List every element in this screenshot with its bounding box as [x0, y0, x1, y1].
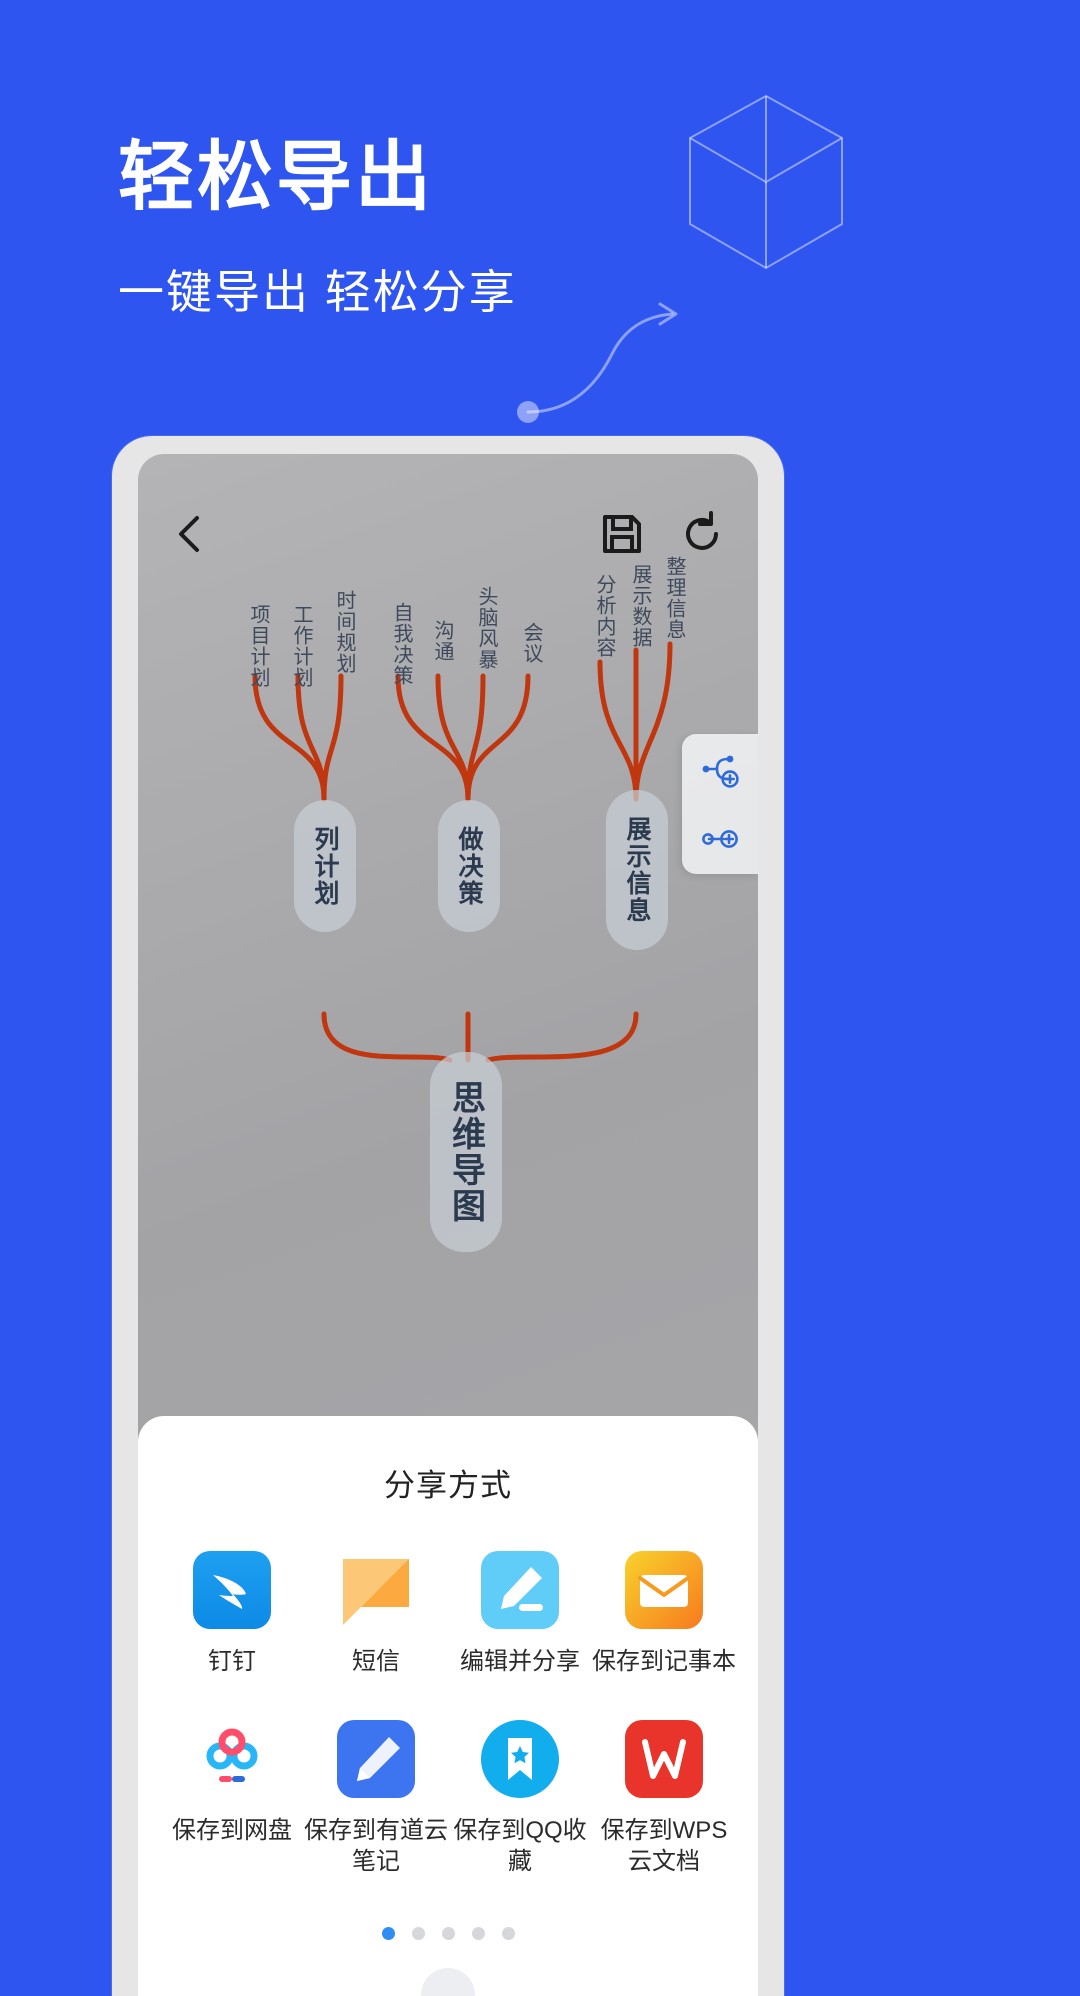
leaf-label[interactable]: 分析内容 [590, 574, 619, 658]
page-subtitle: 一键导出 轻松分享 [118, 266, 517, 318]
leaf-label[interactable]: 自我决策 [387, 602, 416, 686]
share-item-sms[interactable]: 短信 [304, 1551, 448, 1678]
add-child-node-icon [702, 830, 738, 848]
mindmap-node[interactable]: 列计划 [294, 800, 356, 932]
floppy-save-icon [603, 515, 641, 553]
leaf-label[interactable]: 展示数据 [626, 564, 655, 648]
leaf-label[interactable]: 整理信息 [660, 556, 689, 640]
share-sheet-pagination[interactable] [138, 1927, 758, 1940]
share-item-wps-cloud[interactable]: 保存到WPS云文档 [592, 1719, 736, 1878]
pagination-dot[interactable] [501, 1927, 515, 1940]
sheet-bottom-button[interactable] [421, 1968, 475, 1996]
share-item-edit-share[interactable]: 编辑并分享 [448, 1551, 592, 1678]
add-sibling-node-button[interactable] [697, 746, 743, 792]
pagination-dot[interactable] [411, 1927, 425, 1940]
edit-share-pencil-icon [481, 1551, 559, 1629]
pagination-dot[interactable] [471, 1927, 485, 1940]
mindmap-node[interactable]: 展示信息 [606, 790, 668, 950]
save-button[interactable] [596, 508, 648, 560]
pagination-dot[interactable] [381, 1927, 395, 1940]
share-sheet-title: 分享方式 [384, 1468, 512, 1503]
sms-message-icon [337, 1551, 415, 1629]
share-item-label: 编辑并分享 [460, 1648, 580, 1675]
share-item-dingtalk[interactable]: 钉钉 [160, 1551, 304, 1678]
wps-cloud-icon [625, 1719, 703, 1798]
pagination-dot[interactable] [441, 1927, 455, 1940]
notepad-mail-icon [625, 1551, 703, 1629]
youdao-note-icon [337, 1719, 415, 1798]
back-button[interactable] [164, 508, 216, 560]
baidu-netdisk-icon [193, 1720, 271, 1798]
share-sheet: 分享方式 钉钉 短信 编辑并分享 保存到记事本 保存到网盘 保存到有道云笔记 保… [138, 1416, 758, 1996]
dingtalk-icon [193, 1551, 271, 1629]
share-item-label: 钉钉 [208, 1648, 256, 1675]
share-item-label: 短信 [352, 1648, 400, 1675]
share-item-label: 保存到WPS云文档 [600, 1816, 728, 1876]
qq-favorite-bookmark-icon [481, 1719, 559, 1798]
share-item-label: 保存到记事本 [592, 1648, 736, 1675]
share-item-qq-favorite[interactable]: 保存到QQ收藏 [448, 1719, 592, 1878]
phone-mockup: 项目计划 工作计划 时间规划 自我决策 沟通 头脑风暴 会议 分析内容 展示数据… [112, 436, 784, 1996]
share-grid-row-1: 钉钉 短信 编辑并分享 保存到记事本 [138, 1551, 758, 1678]
leaf-label[interactable]: 时间规划 [330, 590, 359, 674]
share-item-notepad[interactable]: 保存到记事本 [592, 1551, 736, 1678]
headline-block: 轻松导出 一键导出 轻松分享 [118, 140, 818, 322]
leaf-label[interactable]: 会议 [517, 622, 546, 664]
leaf-label[interactable]: 头脑风暴 [472, 586, 501, 670]
mindmap-root-node[interactable]: 思维导图 [430, 1052, 502, 1252]
redo-refresh-icon [686, 511, 718, 550]
leaf-label[interactable]: 沟通 [428, 620, 457, 662]
share-item-label: 保存到QQ收藏 [453, 1816, 587, 1876]
share-item-netdisk[interactable]: 保存到网盘 [160, 1720, 304, 1878]
add-sibling-node-icon [702, 755, 739, 788]
chevron-left-icon [179, 516, 199, 552]
leaf-label[interactable]: 项目计划 [244, 604, 273, 688]
share-grid-row-2: 保存到网盘 保存到有道云笔记 保存到QQ收藏 保存到WPS云文档 [138, 1719, 758, 1878]
redo-button[interactable] [676, 508, 728, 560]
mindmap-node[interactable]: 做决策 [438, 800, 500, 932]
share-item-label: 保存到有道云笔记 [304, 1816, 448, 1876]
share-item-label: 保存到网盘 [172, 1816, 292, 1844]
node-tools-panel [682, 734, 758, 874]
leaf-label[interactable]: 工作计划 [287, 604, 316, 688]
share-item-youdao-note[interactable]: 保存到有道云笔记 [304, 1719, 448, 1878]
phone-screen: 项目计划 工作计划 时间规划 自我决策 沟通 头脑风暴 会议 分析内容 展示数据… [138, 454, 758, 1996]
page-title: 轻松导出 [118, 135, 434, 220]
mindmap-canvas[interactable]: 项目计划 工作计划 时间规划 自我决策 沟通 头脑风暴 会议 分析内容 展示数据… [138, 556, 758, 1264]
add-child-node-button[interactable] [697, 816, 743, 862]
